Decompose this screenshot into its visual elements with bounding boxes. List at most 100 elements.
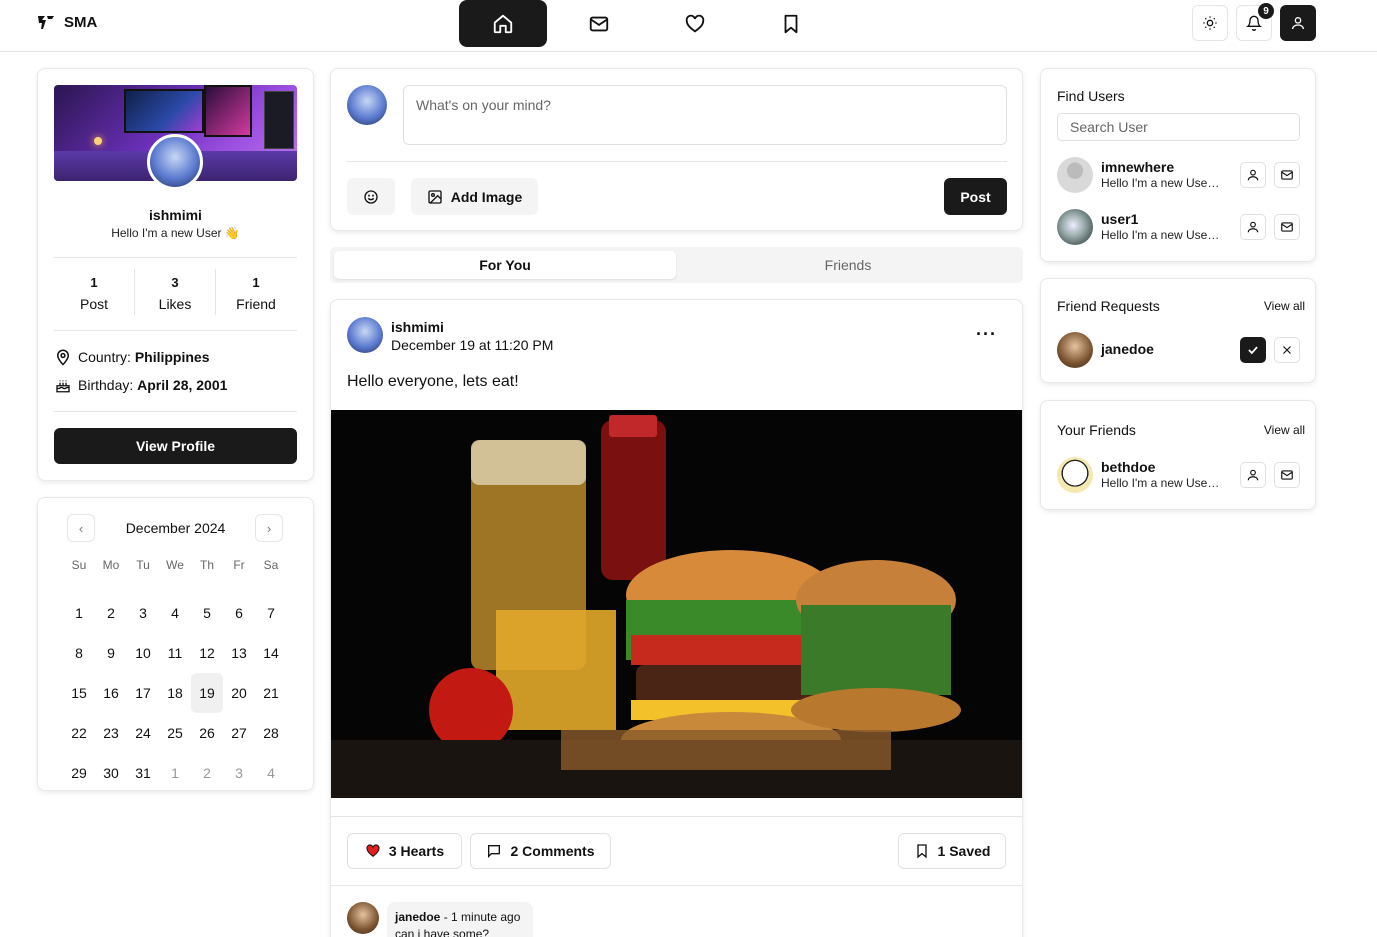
brand[interactable]: SMA xyxy=(36,12,97,32)
profile-avatar[interactable] xyxy=(147,134,203,190)
comment-icon xyxy=(488,845,501,858)
calendar-day[interactable]: 31 xyxy=(127,753,159,793)
calendar-day[interactable]: 25 xyxy=(159,713,191,753)
calendar-day[interactable]: 26 xyxy=(191,713,223,753)
calendar-day[interactable]: 4 xyxy=(159,593,191,633)
mail-icon xyxy=(1281,470,1293,480)
post-author-avatar[interactable] xyxy=(347,317,383,353)
post-timestamp: December 19 at 11:20 PM xyxy=(391,337,554,353)
calendar-day[interactable]: 18 xyxy=(159,673,191,713)
message-user-button[interactable] xyxy=(1274,162,1300,188)
calendar-day[interactable]: 13 xyxy=(223,633,255,673)
calendar-day[interactable]: 3 xyxy=(127,593,159,633)
calendar-day[interactable]: 16 xyxy=(95,673,127,713)
calendar-day[interactable]: 14 xyxy=(255,633,287,673)
check-icon xyxy=(1248,346,1258,355)
theme-toggle-button[interactable] xyxy=(1192,5,1228,41)
weekday-label: Sa xyxy=(263,558,279,572)
heart-icon xyxy=(685,14,705,32)
view-user-button[interactable] xyxy=(1240,162,1266,188)
tab-for-you[interactable]: For You xyxy=(334,251,676,279)
calendar-next-button[interactable]: › xyxy=(255,514,283,542)
your-friends-view-all[interactable]: View all xyxy=(1264,423,1305,437)
calendar-day[interactable]: 12 xyxy=(191,633,223,673)
mail-icon xyxy=(1281,222,1293,232)
calendar-day[interactable]: 1 xyxy=(63,593,95,633)
weekday-label: Mo xyxy=(102,558,120,572)
home-icon xyxy=(493,14,513,33)
calendar-day[interactable]: 29 xyxy=(63,753,95,793)
comment-bubble: janedoe - 1 minute ago can i have some? xyxy=(387,902,533,937)
account-button[interactable] xyxy=(1280,5,1316,41)
search-user-input[interactable]: Search User xyxy=(1057,113,1300,141)
calendar-day[interactable]: 17 xyxy=(127,673,159,713)
calendar-day[interactable]: 11 xyxy=(159,633,191,673)
friend-requests-card: Friend Requests View all janedoe xyxy=(1040,278,1316,383)
calendar-day[interactable]: 4 xyxy=(255,753,287,793)
user-avatar[interactable] xyxy=(1057,457,1093,493)
calendar-day[interactable]: 30 xyxy=(95,753,127,793)
calendar-day[interactable]: 9 xyxy=(95,633,127,673)
calendar-day[interactable]: 10 xyxy=(127,633,159,673)
friend-requests-view-all[interactable]: View all xyxy=(1264,299,1305,313)
emoji-button[interactable] xyxy=(347,178,395,215)
view-user-button[interactable] xyxy=(1240,214,1266,240)
calendar-day[interactable]: 2 xyxy=(95,593,127,633)
calendar-day[interactable]: 2 xyxy=(191,753,223,793)
calendar-day[interactable]: 20 xyxy=(223,673,255,713)
post-button[interactable]: Post xyxy=(944,178,1007,215)
user-icon xyxy=(1247,469,1259,481)
calendar-day[interactable]: 1 xyxy=(159,753,191,793)
notifications-button[interactable]: 9 xyxy=(1236,3,1274,41)
calendar-day[interactable]: 27 xyxy=(223,713,255,753)
mail-icon xyxy=(1281,170,1293,180)
user-avatar[interactable] xyxy=(1057,332,1093,368)
close-icon xyxy=(1283,346,1291,354)
post-image[interactable] xyxy=(331,410,1022,798)
sma-logo-icon xyxy=(38,16,54,29)
calendar-day[interactable]: 21 xyxy=(255,673,287,713)
calendar-day[interactable]: 19 xyxy=(191,673,223,713)
user-avatar[interactable] xyxy=(1057,157,1093,193)
divider xyxy=(331,816,1022,817)
comment-author-avatar[interactable] xyxy=(347,902,379,934)
calendar-day[interactable]: 15 xyxy=(63,673,95,713)
nav-likes-button[interactable] xyxy=(651,0,739,47)
profile-country: Country: Philippines xyxy=(54,348,210,366)
calendar-day[interactable]: 28 xyxy=(255,713,287,753)
calendar-day[interactable]: 24 xyxy=(127,713,159,753)
divider xyxy=(54,330,297,331)
tab-friends[interactable]: Friends xyxy=(677,251,1019,279)
hearts-button[interactable]: 3 Hearts xyxy=(347,833,462,869)
comments-button[interactable]: 2 Comments xyxy=(470,833,611,869)
calendar-day[interactable]: 22 xyxy=(63,713,95,753)
nav-saved-button[interactable] xyxy=(747,0,835,47)
calendar-day[interactable]: 6 xyxy=(223,593,255,633)
message-user-button[interactable] xyxy=(1274,462,1300,488)
weekday-label: We xyxy=(166,558,184,572)
view-profile-button[interactable]: View Profile xyxy=(54,428,297,464)
user-row: imnewhere Hello I'm a new User 👋 xyxy=(1057,155,1300,195)
user-avatar[interactable] xyxy=(1057,209,1093,245)
nav-messages-button[interactable] xyxy=(555,0,643,47)
profile-birthday: Birthday: April 28, 2001 xyxy=(54,376,227,394)
accept-request-button[interactable] xyxy=(1240,337,1266,363)
calendar-day[interactable]: 5 xyxy=(191,593,223,633)
comment-author[interactable]: janedoe xyxy=(395,910,440,924)
calendar-day[interactable]: 23 xyxy=(95,713,127,753)
message-user-button[interactable] xyxy=(1274,214,1300,240)
saved-button[interactable]: 1 Saved xyxy=(898,833,1006,869)
profile-name: ishmimi xyxy=(149,207,202,223)
calendar-day[interactable]: 7 xyxy=(255,593,287,633)
view-user-button[interactable] xyxy=(1240,462,1266,488)
composer-avatar xyxy=(347,85,387,125)
calendar-day[interactable]: 3 xyxy=(223,753,255,793)
more-options-icon[interactable]: ··· xyxy=(976,324,997,345)
calendar-day[interactable]: 8 xyxy=(63,633,95,673)
post-author-name[interactable]: ishmimi xyxy=(391,319,444,335)
nav-home-button[interactable] xyxy=(459,0,547,47)
composer-input[interactable]: What's on your mind? xyxy=(403,85,1007,145)
decline-request-button[interactable] xyxy=(1274,337,1300,363)
add-image-button[interactable]: Add Image xyxy=(411,178,538,215)
user-icon xyxy=(1247,169,1259,181)
